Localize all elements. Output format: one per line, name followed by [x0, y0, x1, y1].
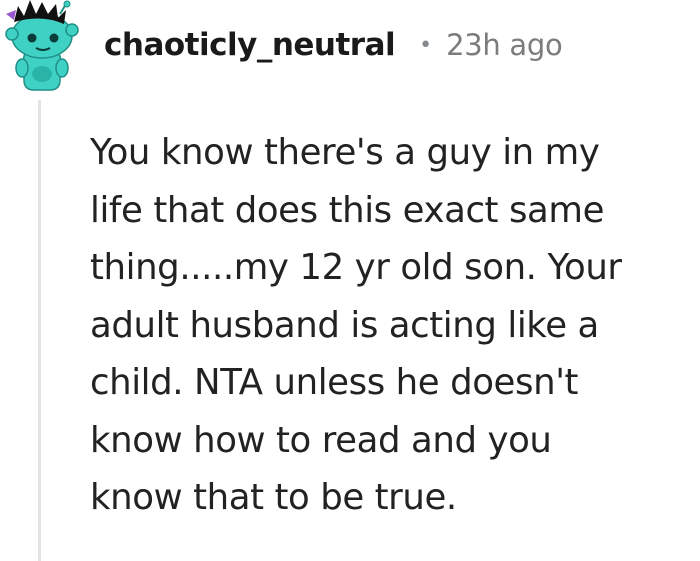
thread-collapse-line[interactable]	[38, 100, 41, 561]
comment-body-line: adult husband is acting like a	[90, 304, 599, 346]
comment-body-line: thing.....my 12 yr old son. Your	[90, 247, 622, 288]
meta-separator: •	[419, 32, 433, 58]
comment-header: chaoticly_neutral • 23h ago	[104, 22, 563, 68]
comment-body-line: child. NTA unless he doesn't	[90, 362, 579, 403]
comment-body-line: life that does this exact same	[90, 189, 605, 231]
snoo-avatar-icon	[5, 0, 79, 91]
comment-body-line: know that to be true.	[90, 477, 457, 518]
comment-body: You know there's a guy in my life that d…	[90, 124, 694, 527]
comment-body-line: know how to read and you	[90, 419, 552, 461]
comment: chaoticly_neutral • 23h ago You know the…	[0, 0, 700, 561]
comment-body-line: You know there's a guy in my	[90, 132, 600, 173]
user-avatar[interactable]	[2, 0, 82, 92]
comment-timestamp[interactable]: 23h ago	[446, 28, 563, 62]
username-link[interactable]: chaoticly_neutral	[104, 27, 396, 63]
